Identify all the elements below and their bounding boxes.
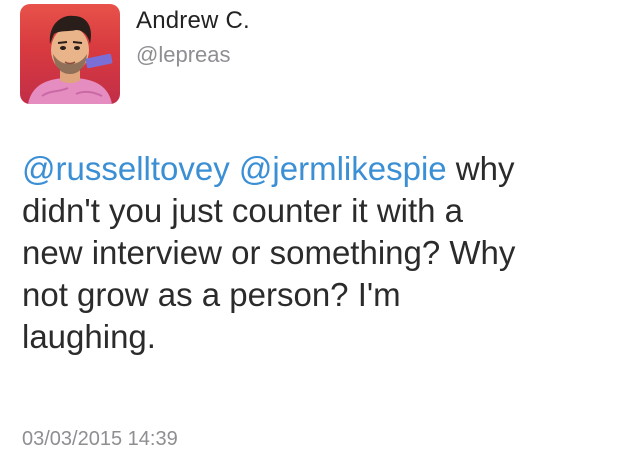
tweet-text: @russelltovey @jermlikespie why didn't y… xyxy=(22,148,622,358)
avatar-illustration xyxy=(28,15,113,104)
tweet: Andrew C. @lepreas @russelltovey @jermli… xyxy=(0,0,640,461)
author-name[interactable]: Andrew C. xyxy=(136,7,250,35)
author-handle[interactable]: @lepreas xyxy=(136,42,231,68)
avatar[interactable] xyxy=(20,4,120,104)
mention-russelltovey[interactable]: @russelltovey xyxy=(22,150,230,187)
tweet-text-line-4: not grow as a person? I'm xyxy=(22,276,401,313)
tweet-text-line-3: new interview or something? Why xyxy=(22,234,516,271)
mention-jermlikespie[interactable]: @jermlikespie xyxy=(239,150,447,187)
tweet-text-line-5: laughing. xyxy=(22,318,156,355)
tweet-timestamp: 03/03/2015 14:39 xyxy=(22,428,178,450)
tweet-text-line-2: didn't you just counter it with a xyxy=(22,192,464,229)
tweet-text-line-1: why xyxy=(446,150,515,187)
